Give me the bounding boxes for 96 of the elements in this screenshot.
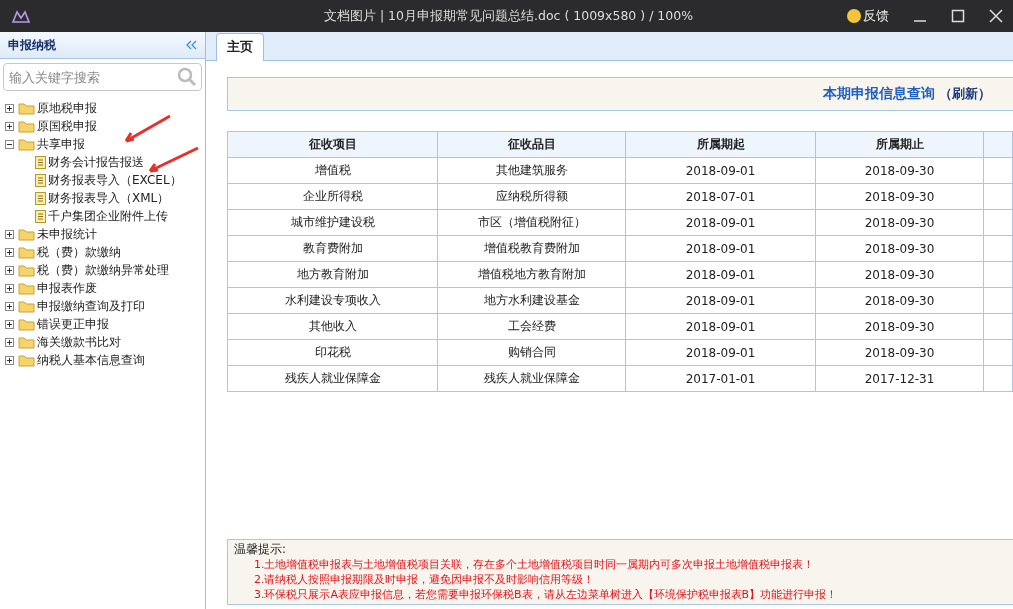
table-cell: 2018-07-01 xyxy=(625,183,816,210)
column-header: 所属期起 xyxy=(625,131,816,158)
expander-icon[interactable] xyxy=(5,265,16,275)
close-icon[interactable] xyxy=(989,9,1003,23)
table-cell: 地方教育附加 xyxy=(227,261,438,288)
tree-item[interactable]: 财务报表导入（XML） xyxy=(5,189,205,207)
table-cell: 市区（增值税附征） xyxy=(437,209,626,236)
table-cell: 工会经费 xyxy=(437,313,626,340)
tree-item[interactable]: 财务会计报告报送 xyxy=(5,153,205,171)
expander-icon[interactable] xyxy=(5,301,16,311)
expander-icon[interactable] xyxy=(5,139,16,149)
table-cell: 2018-09-30 xyxy=(815,339,984,366)
tree-item[interactable]: 原国税申报 xyxy=(5,117,205,135)
folder-icon xyxy=(18,299,35,313)
table-cell: 残疾人就业保障金 xyxy=(437,365,626,392)
table-cell: 水利建设专项收入 xyxy=(227,287,438,314)
table-cell: 2018-09-01 xyxy=(625,261,816,288)
window-title: 文档图片 | 10月申报期常见问题总结.doc ( 1009x580 ) / 100% xyxy=(322,7,695,25)
document-icon xyxy=(35,209,46,223)
query-title: 本期申报信息查询 xyxy=(823,85,935,103)
table-cell: 2018-09-01 xyxy=(625,209,816,236)
tree-item[interactable]: 原地税申报 xyxy=(5,99,205,117)
search-field[interactable]: 输入关键字搜索 xyxy=(3,63,202,91)
tree-item[interactable]: 未申报统计 xyxy=(5,225,205,243)
folder-icon xyxy=(18,353,35,367)
table-cell: 其他收入 xyxy=(227,313,438,340)
expander-icon[interactable] xyxy=(5,337,16,347)
folder-icon xyxy=(18,119,35,133)
folder-icon xyxy=(18,263,35,277)
table-cell: 教育费附加 xyxy=(227,235,438,262)
tree-item[interactable]: 纳税人基本信息查询 xyxy=(5,351,205,369)
tree-item[interactable]: 千户集团企业附件上传 xyxy=(5,207,205,225)
table-cell: 印花税 xyxy=(227,339,438,366)
sidebar-title: 申报纳税 xyxy=(8,36,56,54)
maximize-icon[interactable] xyxy=(951,9,965,23)
table-cell: 企业所得税 xyxy=(227,183,438,210)
tree-item[interactable]: 共享申报 xyxy=(5,135,205,153)
expander-icon[interactable] xyxy=(5,283,16,293)
tree-item[interactable]: 税（费）款缴纳异常处理 xyxy=(5,261,205,279)
collapse-icon[interactable] xyxy=(185,40,197,50)
table-cell: 增值税地方教育附加 xyxy=(437,261,626,288)
tree-item[interactable]: 税（费）款缴纳 xyxy=(5,243,205,261)
folder-icon xyxy=(18,281,35,295)
table-cell: 残疾人就业保障金 xyxy=(227,365,438,392)
column-header: 征收项目 xyxy=(227,131,438,158)
table-cell: 2018-09-30 xyxy=(815,287,984,314)
table-cell: 2017-01-01 xyxy=(625,365,816,392)
table-cell: 2018-09-30 xyxy=(815,209,984,236)
notice-text: 2.请纳税人按照申报期限及时申报，避免因申报不及时影响信用等级！ xyxy=(253,572,596,587)
tree-item[interactable]: 海关缴款书比对 xyxy=(5,333,205,351)
table-cell: 2018-09-01 xyxy=(625,287,816,314)
folder-icon xyxy=(18,317,35,331)
document-icon xyxy=(35,191,46,205)
table-cell: 2018-09-30 xyxy=(815,183,984,210)
logo-icon xyxy=(12,9,30,23)
column-header: 征收品目 xyxy=(437,131,626,158)
tree-item[interactable]: 错误更正申报 xyxy=(5,315,205,333)
folder-icon xyxy=(18,245,35,259)
expander-icon[interactable] xyxy=(5,121,16,131)
table-cell: 2018-09-01 xyxy=(625,313,816,340)
table-cell: 2018-09-30 xyxy=(815,261,984,288)
tree-item[interactable]: 申报缴纳查询及打印 xyxy=(5,297,205,315)
notice-text: 3.环保税只展示A表应申报信息，若您需要申报环保税B表，请从左边菜单树进入【环境保护税申报表B】功能进行申报！ xyxy=(253,587,839,602)
folder-icon xyxy=(18,101,35,115)
feedback-button[interactable]: 反馈 xyxy=(847,7,889,25)
table-cell: 增值税教育费附加 xyxy=(437,235,626,262)
table-cell: 购销合同 xyxy=(437,339,626,366)
document-icon xyxy=(35,155,46,169)
folder-icon xyxy=(18,137,35,151)
expander-icon[interactable] xyxy=(5,103,16,113)
expander-icon[interactable] xyxy=(5,247,16,257)
table-cell: 2018-09-01 xyxy=(625,339,816,366)
table-cell: 增值税 xyxy=(227,157,438,184)
document-icon xyxy=(35,173,46,187)
refresh-link[interactable]: （刷新） xyxy=(939,85,991,103)
expander-icon[interactable] xyxy=(5,229,16,239)
expander-icon[interactable] xyxy=(5,355,16,365)
table-cell: 应纳税所得额 xyxy=(437,183,626,210)
table-cell: 2018-09-30 xyxy=(815,235,984,262)
table-cell: 2018-09-01 xyxy=(625,235,816,262)
tree-item[interactable]: 财务报表导入（EXCEL） xyxy=(5,171,205,189)
table-cell: 2018-09-30 xyxy=(815,157,984,184)
notice-text: 1.土地增值税申报表与土地增值税项目关联，存在多个土地增值税项目时同一属期内可多次申报土地增值税申报表！ xyxy=(253,557,816,572)
expander-icon[interactable] xyxy=(5,319,16,329)
notice-title: 温馨提示: xyxy=(234,542,287,557)
folder-icon xyxy=(18,335,35,349)
column-header: 所属期止 xyxy=(815,131,984,158)
tab[interactable]: 主页 xyxy=(216,33,264,61)
table-cell: 其他建筑服务 xyxy=(437,157,626,184)
table-cell: 2018-09-01 xyxy=(625,157,816,184)
table-cell: 地方水利建设基金 xyxy=(437,287,626,314)
tree-item[interactable]: 申报表作废 xyxy=(5,279,205,297)
table-cell: 2017-12-31 xyxy=(815,365,984,392)
table-cell: 2018-09-30 xyxy=(815,313,984,340)
folder-icon xyxy=(18,227,35,241)
table-cell: 城市维护建设税 xyxy=(227,209,438,236)
